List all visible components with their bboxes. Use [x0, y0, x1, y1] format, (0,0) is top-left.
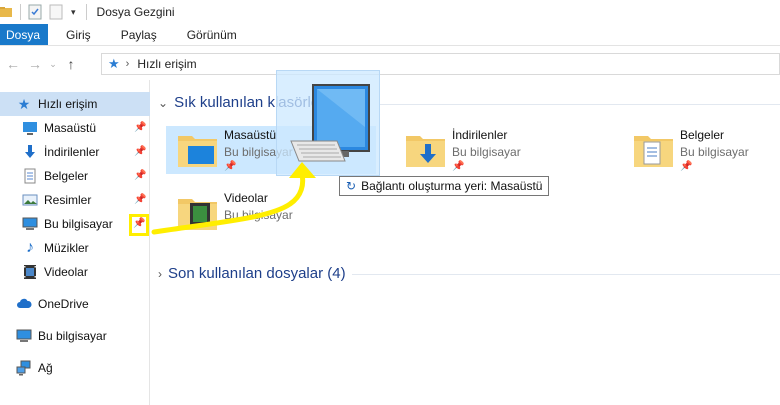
- sidebar-item-label: Masaüstü: [44, 121, 97, 135]
- pin-icon[interactable]: 📌: [134, 170, 146, 182]
- title-bar: ▾ Dosya Gezgini: [0, 0, 780, 24]
- chevron-right-icon[interactable]: ›: [158, 267, 162, 281]
- sidebar-item-this-pc-pinned[interactable]: Bu bilgisayar 📌: [0, 212, 150, 236]
- desktop-icon: [23, 122, 37, 135]
- sidebar-item-downloads[interactable]: İndirilenler 📌: [0, 140, 150, 164]
- ribbon-tabs: Dosya Giriş Paylaş Görünüm: [0, 24, 780, 46]
- documents-folder-icon: [634, 136, 673, 167]
- drop-tooltip: ↻ Bağlantı oluşturma yeri: Masaüstü: [339, 176, 550, 196]
- address-bar-row: ← → ⌄ ↑ ★ › Hızlı erişim: [0, 52, 780, 76]
- folder-location: Bu bilgisayar: [452, 145, 521, 159]
- sidebar-item-network[interactable]: Ağ: [0, 356, 150, 380]
- pin-icon[interactable]: 📌: [680, 161, 692, 172]
- annotation-arrow: [151, 162, 316, 235]
- new-folder-icon[interactable]: [49, 4, 63, 20]
- navigation-pane: ★ Hızlı erişim Masaüstü 📌 İndirilenler 📌…: [0, 80, 150, 405]
- star-icon: ★: [17, 95, 31, 112]
- annotation-highlight: [129, 214, 149, 236]
- video-icon: [24, 265, 36, 279]
- pin-icon[interactable]: 📌: [134, 122, 146, 134]
- sidebar-item-label: Bu bilgisayar: [38, 329, 107, 343]
- recent-dropdown-icon[interactable]: ⌄: [46, 53, 60, 75]
- sidebar-item-label: İndirilenler: [44, 145, 100, 159]
- chevron-down-icon[interactable]: ⌄: [158, 96, 168, 110]
- tooltip-text: Bağlantı oluşturma yeri: Masaüstü: [361, 179, 543, 193]
- folder-name: İndirilenler: [452, 128, 508, 142]
- pin-icon[interactable]: 📌: [452, 161, 464, 172]
- sidebar-item-label: Ağ: [38, 361, 53, 375]
- sidebar-item-label: Bu bilgisayar: [44, 217, 113, 231]
- folder-location: Bu bilgisayar: [680, 145, 749, 159]
- up-arrow-icon[interactable]: ↑: [60, 53, 82, 75]
- folder-icon: [0, 7, 12, 17]
- tab-dosya[interactable]: Dosya: [0, 24, 49, 45]
- computer-icon: [16, 329, 32, 342]
- forward-arrow-icon[interactable]: →: [24, 53, 46, 75]
- document-icon: [24, 168, 36, 184]
- tab-gorunum[interactable]: Görünüm: [172, 24, 252, 45]
- section-title: Son kullanılan dosyalar (4): [168, 265, 346, 282]
- divider: [85, 4, 87, 20]
- network-icon: [16, 360, 31, 376]
- recent-files-header[interactable]: › Son kullanılan dosyalar (4): [158, 265, 346, 282]
- window-title: Dosya Gezgini: [96, 5, 175, 19]
- sidebar-item-documents[interactable]: Belgeler 📌: [0, 164, 150, 188]
- tab-paylas[interactable]: Paylaş: [106, 24, 172, 45]
- back-arrow-icon[interactable]: ←: [2, 53, 24, 75]
- divider: [20, 4, 21, 20]
- pin-icon[interactable]: 📌: [134, 194, 146, 206]
- pictures-icon: [22, 194, 38, 206]
- sidebar-item-this-pc[interactable]: Bu bilgisayar: [0, 324, 150, 348]
- divider: [352, 274, 780, 275]
- properties-icon[interactable]: [27, 4, 43, 20]
- music-icon: ♪: [26, 239, 34, 256]
- sidebar-item-quick-access[interactable]: ★ Hızlı erişim: [0, 92, 150, 116]
- sidebar-item-label: Hızlı erişim: [38, 97, 98, 111]
- address-input[interactable]: ★ › Hızlı erişim: [101, 53, 780, 75]
- computer-icon: [290, 84, 370, 162]
- download-icon: [25, 145, 35, 158]
- sidebar-item-label: Videolar: [44, 265, 88, 279]
- star-icon: ★: [108, 56, 120, 71]
- link-arrow-icon: ↻: [346, 179, 357, 193]
- downloads-folder-icon: [406, 136, 445, 167]
- sidebar-item-music[interactable]: ♪ Müzikler: [0, 236, 150, 260]
- tab-giris[interactable]: Giriş: [48, 24, 106, 45]
- computer-icon: [22, 217, 38, 230]
- sidebar-item-label: Resimler: [44, 193, 92, 207]
- folder-name: Masaüstü: [224, 128, 277, 142]
- divider: [380, 104, 780, 105]
- quick-access-dropdown-icon[interactable]: ▾: [71, 7, 76, 18]
- breadcrumb[interactable]: Hızlı erişim: [137, 57, 196, 71]
- sidebar-item-onedrive[interactable]: OneDrive: [0, 292, 150, 316]
- cloud-icon: [17, 298, 32, 308]
- folder-name: Belgeler: [680, 128, 725, 142]
- sidebar-item-label: OneDrive: [38, 297, 89, 311]
- sidebar-item-videos[interactable]: Videolar: [0, 260, 150, 284]
- sidebar-item-label: Belgeler: [44, 169, 89, 183]
- chevron-right-icon[interactable]: ›: [126, 58, 130, 70]
- pin-icon[interactable]: 📌: [134, 146, 146, 158]
- sidebar-item-label: Müzikler: [44, 241, 89, 255]
- sidebar-item-pictures[interactable]: Resimler 📌: [0, 188, 150, 212]
- sidebar-item-desktop[interactable]: Masaüstü 📌: [0, 116, 150, 140]
